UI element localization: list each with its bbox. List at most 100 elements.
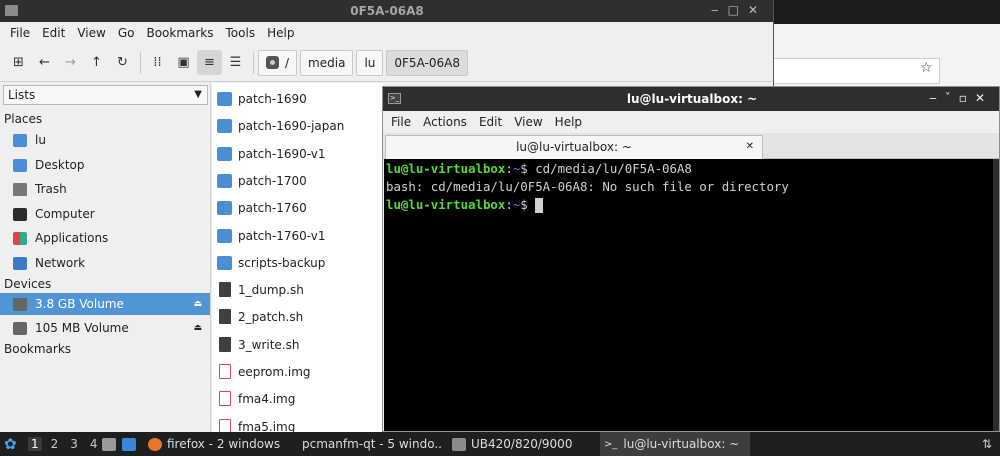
sidebar-item-computer[interactable]: Computer (0, 203, 210, 225)
menu-go[interactable]: Go (112, 26, 141, 40)
task-terminal[interactable]: >_ lu@lu-virtualbox: ~ (600, 432, 750, 456)
bookmark-star-icon[interactable]: ☆ (920, 60, 933, 76)
network-tray-icon[interactable]: ⇅ (982, 432, 992, 456)
sidebar-item-105mb-volume[interactable]: 105 MB Volume ⏏ (0, 317, 210, 339)
file-item[interactable]: 1_dump.sh (212, 276, 382, 303)
file-item[interactable]: 3_write.sh (212, 331, 382, 358)
file-item[interactable]: patch-1760-v1 (212, 222, 382, 249)
back-icon[interactable]: ← (32, 50, 57, 75)
folder-icon (217, 146, 232, 161)
task-firefox[interactable]: firefox - 2 windows (144, 432, 290, 456)
browser-titlebar (774, 0, 1000, 24)
disk-icon (266, 56, 279, 69)
detailed-view-icon[interactable]: ☰ (223, 50, 248, 75)
eject-icon[interactable]: ⏏ (193, 299, 202, 309)
folder-icon (217, 228, 232, 243)
menu-view[interactable]: View (508, 115, 548, 129)
show-desktop-icon[interactable] (122, 432, 141, 456)
terminal-line: lu@lu-virtualbox:~$ cd/media/lu/0F5A-06A… (386, 161, 692, 176)
menu-help[interactable]: Help (261, 26, 300, 40)
reload-icon[interactable]: ↻ (110, 50, 135, 75)
fm-menubar: File Edit View Go Bookmarks Tools Help (0, 22, 773, 44)
file-manager-launcher-icon[interactable] (102, 432, 121, 456)
list-view-icon[interactable]: ≡ (197, 50, 222, 75)
task-pcmanfm[interactable]: pcmanfm-qt - 5 windo... (293, 432, 443, 456)
file-item[interactable]: fma5.img (212, 413, 382, 432)
eject-icon[interactable]: ⏏ (193, 323, 202, 333)
sidebar-item-applications[interactable]: Applications (0, 227, 210, 249)
sidebar-mode-select[interactable]: Lists ▼ (3, 85, 208, 105)
menu-tools[interactable]: Tools (220, 26, 262, 40)
forward-icon[interactable]: → (58, 50, 83, 75)
crumb-lu[interactable]: lu (356, 49, 384, 76)
drive-icon (13, 297, 27, 311)
places-header: Places (4, 112, 43, 126)
menu-actions[interactable]: Actions (417, 115, 473, 129)
trash-icon (13, 182, 27, 196)
new-window-icon[interactable]: ⊞ (6, 50, 31, 75)
start-menu-icon[interactable]: ✿ (4, 432, 17, 456)
file-item[interactable]: patch-1690-japan (212, 112, 382, 139)
bookmarks-header: Bookmarks (4, 342, 72, 356)
text-cursor (535, 198, 544, 213)
computer-icon (13, 207, 27, 221)
menu-file[interactable]: File (385, 115, 417, 129)
desktop-4[interactable]: 4 (87, 437, 101, 451)
network-icon (13, 256, 27, 270)
file-item[interactable]: fma4.img (212, 385, 382, 412)
file-item[interactable]: 2_patch.sh (212, 303, 382, 330)
image-file-icon (219, 364, 231, 379)
menu-bookmarks[interactable]: Bookmarks (140, 26, 219, 40)
menu-edit[interactable]: Edit (473, 115, 508, 129)
desktop-switcher: 1 2 3 4 (28, 432, 101, 456)
menu-help[interactable]: Help (549, 115, 588, 129)
terminal-titlebar: >_ lu@lu-virtualbox: ~ ‒ˇ▫✕ (383, 87, 999, 111)
menu-edit[interactable]: Edit (36, 26, 71, 40)
fm-sidebar: Lists ▼ Places lu Desktop Trash Computer … (0, 83, 211, 432)
script-file-icon (219, 282, 231, 297)
close-icon[interactable]: ✕ (746, 136, 754, 158)
desktop-2[interactable]: 2 (48, 437, 62, 451)
folder-icon (13, 158, 27, 172)
file-item[interactable]: scripts-backup (212, 249, 382, 276)
sidebar-item-network[interactable]: Network (0, 252, 210, 274)
file-item[interactable]: patch-1690-v1 (212, 140, 382, 167)
file-item[interactable]: eeprom.img (212, 358, 382, 385)
browser-url-bar[interactable] (774, 58, 940, 84)
task-ub420[interactable]: UB420/820/9000 (448, 432, 596, 456)
terminal-scrollbar[interactable] (993, 159, 999, 431)
home-folder-icon (13, 133, 27, 147)
menu-view[interactable]: View (71, 26, 111, 40)
terminal-window-title: lu@lu-virtualbox: ~ (626, 92, 758, 106)
terminal-tab[interactable]: lu@lu-virtualbox: ~ ✕ (385, 135, 763, 159)
menu-file[interactable]: File (4, 26, 36, 40)
window-controls[interactable]: ‒□✕ (711, 3, 767, 17)
crumb-media[interactable]: media (300, 49, 354, 76)
file-item[interactable]: patch-1690 (212, 85, 382, 112)
toolbar-separator (140, 51, 141, 74)
terminal-line: lu@lu-virtualbox:~$ (386, 196, 992, 214)
sidebar-item-desktop[interactable]: Desktop (0, 154, 210, 176)
terminal-error-line: bash: cd/media/lu/0F5A-06A8: No such fil… (386, 179, 789, 194)
firefox-icon (148, 437, 162, 451)
terminal-icon: >_ (604, 438, 618, 450)
crumb-root[interactable]: / (258, 49, 298, 76)
fm-toolbar: ⊞ ← → ↑ ↻ ⁞⁞ ▣ ≡ ☰ / media lu 0F5A-06A8 (0, 44, 773, 82)
sidebar-item-lu[interactable]: lu (0, 129, 210, 151)
sidebar-item-3-8gb-volume[interactable]: 3.8 GB Volume ⏏ (0, 293, 210, 315)
crumb-current[interactable]: 0F5A-06A8 (386, 49, 468, 76)
file-item[interactable]: patch-1700 (212, 167, 382, 194)
folder-icon (217, 255, 232, 270)
image-file-icon (219, 391, 231, 406)
thumbnail-view-icon[interactable]: ▣ (171, 50, 196, 75)
desktop-3[interactable]: 3 (67, 437, 81, 451)
script-file-icon (219, 337, 231, 352)
terminal-output[interactable]: lu@lu-virtualbox:~$ cd/media/lu/0F5A-06A… (384, 159, 994, 431)
window-controls[interactable]: ‒ˇ▫✕ (929, 91, 993, 105)
file-item[interactable]: patch-1760 (212, 194, 382, 221)
sidebar-item-trash[interactable]: Trash (0, 178, 210, 200)
icon-view-icon[interactable]: ⁞⁞ (145, 50, 170, 75)
desktop-1[interactable]: 1 (28, 437, 42, 451)
up-icon[interactable]: ↑ (84, 50, 109, 75)
folder-icon (217, 173, 232, 188)
